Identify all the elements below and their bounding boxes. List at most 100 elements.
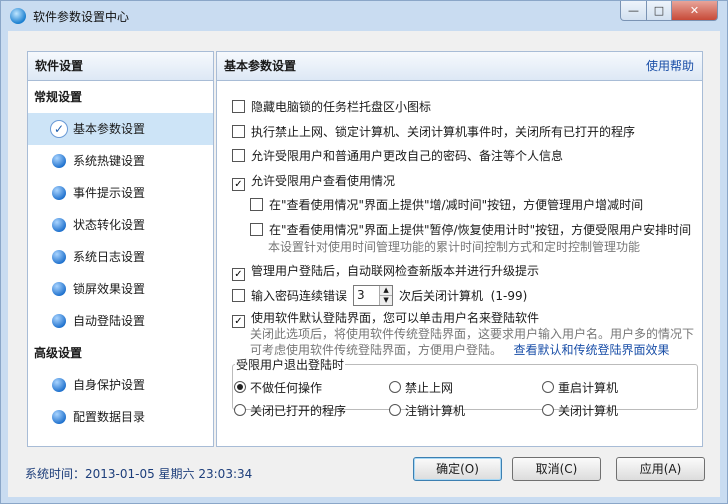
option-label: 在"查看使用情况"界面上提供"增/减时间"按钮，方便管理用户增减时间 [269, 198, 644, 212]
radio-button[interactable] [389, 404, 401, 416]
checkbox[interactable] [232, 100, 245, 113]
apply-button[interactable]: 应用(A) [616, 457, 705, 481]
minimize-button[interactable]: — [620, 1, 647, 21]
blue-bullet-icon [52, 378, 66, 392]
blue-bullet-icon [52, 314, 66, 328]
radio-label: 禁止上网 [405, 381, 454, 395]
checkbox[interactable]: ✓ [232, 268, 245, 281]
retry-count-value: 3 [357, 288, 365, 302]
radio-button[interactable] [542, 381, 554, 393]
radio-shutdown[interactable]: 关闭计算机 [542, 402, 618, 419]
radio-button[interactable] [234, 404, 246, 416]
option-add-reduce-time[interactable]: 在"查看使用情况"界面上提供"增/减时间"按钮，方便管理用户增减时间 [250, 196, 643, 213]
checkbox[interactable] [232, 125, 245, 138]
radio-label: 重启计算机 [558, 381, 619, 395]
login-note-line1: 关闭此选项后，将使用软件传统登陆界面，这要求用户输入用户名。用户多的情况下 [250, 327, 695, 341]
sidebar-item-label: 基本参数设置 [73, 122, 146, 136]
sidebar: 软件设置 常规设置 ✓ 基本参数设置 系统热键设置 事件提示设置 状态转化设置 … [27, 51, 214, 447]
group-general: 常规设置 [34, 90, 83, 104]
client-area: 软件设置 常规设置 ✓ 基本参数设置 系统热键设置 事件提示设置 状态转化设置 … [8, 31, 720, 497]
radio-restart[interactable]: 重启计算机 [542, 379, 618, 396]
sidebar-item-label: 事件提示设置 [73, 186, 146, 200]
timer-note: 本设置针对使用时间管理功能的累计时间控制方式和定时控制管理功能 [268, 240, 641, 254]
retry-count-stepper[interactable]: 3 ▲ ▼ [353, 285, 394, 306]
option-label: 在"查看使用情况"界面上提供"暂停/恢复使用计时"按钮，方便受限用户安排时间 [269, 223, 692, 237]
maximize-button[interactable]: □ [646, 1, 672, 21]
sidebar-item-auto-login[interactable]: 自动登陆设置 [28, 305, 213, 337]
check-circle-icon: ✓ [50, 120, 68, 138]
settings-panel: 基本参数设置 使用帮助 隐藏电脑锁的任务栏托盘区小图标 执行禁止上网、锁定计算机… [216, 51, 703, 447]
sidebar-item-basic-params[interactable]: ✓ 基本参数设置 [28, 113, 213, 145]
window-title: 软件参数设置中心 [33, 10, 130, 24]
title-bar[interactable]: 软件参数设置中心 — □ ✕ [1, 1, 727, 31]
sidebar-item-data-directory[interactable]: 配置数据目录 [28, 401, 213, 433]
sidebar-item-self-protect[interactable]: 自身保护设置 [28, 369, 213, 401]
option-label: 使用软件默认登陆界面，您可以单击用户名来登陆软件 [251, 311, 540, 325]
settings-window: 软件参数设置中心 — □ ✕ 软件设置 常规设置 ✓ 基本参数设置 系统热键设置… [0, 0, 728, 504]
option-label-after: 次后关闭计算机 [399, 289, 484, 303]
stepper-down-icon[interactable]: ▼ [379, 296, 393, 305]
sidebar-item-label: 自身保护设置 [73, 378, 146, 392]
retry-range: (1-99) [490, 289, 528, 303]
radio-button[interactable] [389, 381, 401, 393]
sidebar-item-lock-screen[interactable]: 锁屏效果设置 [28, 273, 213, 305]
radio-block-internet[interactable]: 禁止上网 [389, 379, 453, 396]
stepper-up-icon[interactable]: ▲ [379, 286, 393, 296]
checkbox[interactable]: ✓ [232, 178, 245, 191]
view-login-ui-link[interactable]: 查看默认和传统登陆界面效果 [513, 343, 669, 357]
ok-button[interactable]: 确定(O) [413, 457, 502, 481]
option-label: 允许受限用户查看使用情况 [251, 174, 396, 188]
option-label: 执行禁止上网、锁定计算机、关闭计算机事件时，关闭所有已打开的程序 [251, 125, 636, 139]
sidebar-item-state-transition[interactable]: 状态转化设置 [28, 209, 213, 241]
option-auto-update-check[interactable]: ✓ 管理用户登陆后，自动联网检查新版本并进行升级提示 [232, 262, 539, 281]
radio-label: 注销计算机 [405, 404, 466, 418]
option-hide-tray-icon[interactable]: 隐藏电脑锁的任务栏托盘区小图标 [232, 98, 431, 115]
sidebar-item-label: 系统日志设置 [73, 250, 146, 264]
option-password-retry[interactable]: 输入密码连续错误 3 ▲ ▼ 次后关闭计算机 (1-99) [232, 285, 527, 306]
option-label-before: 输入密码连续错误 [251, 289, 348, 303]
option-label: 管理用户登陆后，自动联网检查新版本并进行升级提示 [251, 264, 540, 278]
blue-bullet-icon [52, 154, 66, 168]
help-link[interactable]: 使用帮助 [646, 52, 694, 80]
panel-title: 基本参数设置 [224, 59, 297, 73]
logout-group-legend: 受限用户退出登陆时 [236, 358, 345, 372]
sidebar-item-label: 自动登陆设置 [73, 314, 146, 328]
radio-label: 不做任何操作 [250, 381, 323, 395]
radio-label: 关闭已打开的程序 [250, 404, 347, 418]
blue-bullet-icon [52, 218, 66, 232]
checkbox[interactable] [250, 223, 263, 236]
checkbox[interactable]: ✓ [232, 315, 245, 328]
option-label: 允许受限用户和普通用户更改自己的密码、备注等个人信息 [251, 149, 564, 163]
sidebar-item-hotkeys[interactable]: 系统热键设置 [28, 145, 213, 177]
app-icon [10, 8, 26, 24]
checkbox[interactable] [232, 149, 245, 162]
login-note-text: 可考虑使用软件传统登陆界面，方便用户登陆。 [250, 343, 503, 357]
blue-bullet-icon [52, 282, 66, 296]
sidebar-header: 软件设置 [28, 52, 213, 81]
system-time-status: 系统时间：2013-01-05 星期六 23:03:34 [25, 467, 253, 481]
option-pause-resume[interactable]: 在"查看使用情况"界面上提供"暂停/恢复使用计时"按钮，方便受限用户安排时间 [250, 221, 691, 238]
cancel-button[interactable]: 取消(C) [512, 457, 601, 481]
checkbox[interactable] [232, 289, 245, 302]
panel-header: 基本参数设置 使用帮助 [217, 52, 702, 81]
checkbox[interactable] [250, 198, 263, 211]
radio-do-nothing[interactable]: 不做任何操作 [234, 379, 322, 396]
option-allow-view-usage[interactable]: ✓ 允许受限用户查看使用情况 [232, 172, 395, 191]
group-advanced: 高级设置 [34, 346, 83, 360]
radio-close-programs[interactable]: 关闭已打开的程序 [234, 402, 346, 419]
radio-button[interactable] [234, 381, 246, 393]
sidebar-item-event-tips[interactable]: 事件提示设置 [28, 177, 213, 209]
blue-bullet-icon [52, 410, 66, 424]
option-close-programs[interactable]: 执行禁止上网、锁定计算机、关闭计算机事件时，关闭所有已打开的程序 [232, 123, 635, 140]
logout-action-group: 受限用户退出登陆时 不做任何操作 禁止上网 重启计算机 关闭已打开的程序 注销计… [232, 356, 698, 418]
blue-bullet-icon [52, 250, 66, 264]
sidebar-item-label: 配置数据目录 [73, 410, 146, 424]
sidebar-item-system-log[interactable]: 系统日志设置 [28, 241, 213, 273]
radio-logoff[interactable]: 注销计算机 [389, 402, 465, 419]
sidebar-item-label: 状态转化设置 [73, 218, 146, 232]
blue-bullet-icon [52, 186, 66, 200]
option-label: 隐藏电脑锁的任务栏托盘区小图标 [251, 100, 432, 114]
radio-button[interactable] [542, 404, 554, 416]
close-button[interactable]: ✕ [671, 1, 718, 21]
option-allow-change-password[interactable]: 允许受限用户和普通用户更改自己的密码、备注等个人信息 [232, 147, 563, 164]
